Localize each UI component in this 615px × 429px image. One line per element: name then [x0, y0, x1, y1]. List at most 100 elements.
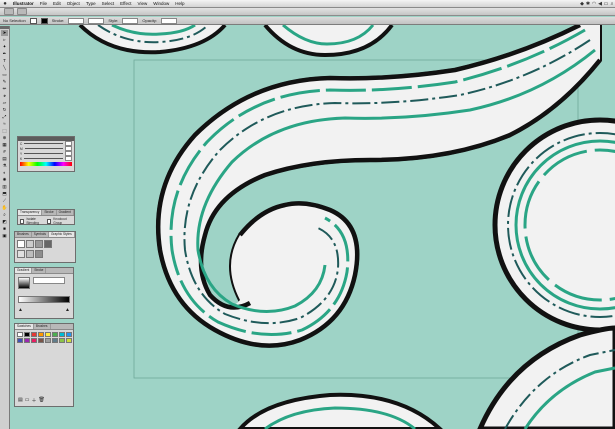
new-color-group-icon[interactable]: ▭ — [25, 397, 30, 404]
black-value[interactable] — [65, 156, 72, 161]
graphic-style-7[interactable] — [35, 250, 43, 258]
magic-wand-tool-icon[interactable]: ✦ — [1, 44, 8, 50]
menu-object[interactable]: Object — [64, 0, 83, 7]
gradient-tool-icon[interactable]: ▤ — [1, 156, 8, 162]
swatch-9[interactable] — [17, 338, 23, 343]
zoom-tool-icon[interactable]: ⌕ — [1, 212, 8, 218]
tab-stroke[interactable]: Stroke — [42, 210, 57, 215]
perspective-grid-tool-icon[interactable]: ▦ — [1, 142, 8, 148]
graphic-style-3[interactable] — [35, 240, 43, 248]
column-graph-tool-icon[interactable]: ▥ — [1, 184, 8, 190]
menu-view[interactable]: View — [135, 0, 151, 7]
hand-tool-icon[interactable]: ✋ — [1, 205, 8, 211]
tab-brushes[interactable]: Brushes — [15, 232, 32, 237]
gradient-type-dropdown[interactable] — [33, 277, 65, 284]
tab-gradient-panel[interactable]: Gradient — [15, 268, 33, 273]
gradient-preview-swatch[interactable] — [18, 277, 30, 289]
selection-tool-icon[interactable]: ➤ — [1, 30, 8, 36]
swatch-1[interactable] — [17, 332, 23, 337]
tab-gradient[interactable]: Gradient — [57, 210, 74, 215]
swatch-6[interactable] — [52, 332, 58, 337]
stroke-swatch[interactable] — [40, 17, 48, 24]
isolate-blending-checkbox[interactable] — [20, 218, 25, 224]
fill-swatch[interactable] — [29, 17, 37, 24]
gradient-slider-bar[interactable] — [18, 296, 70, 303]
graphic-style-6[interactable] — [26, 250, 34, 258]
symbol-sprayer-tool-icon[interactable]: ✺ — [1, 177, 8, 183]
fill-stroke-icon[interactable]: ◩ — [1, 219, 8, 225]
arrange-documents-button[interactable] — [17, 8, 27, 15]
blob-brush-tool-icon[interactable]: ◕ — [1, 93, 8, 99]
gradient-stop-right-icon[interactable]: ▲ — [65, 307, 70, 313]
swatch-4[interactable] — [38, 332, 44, 337]
swatch-7[interactable] — [59, 332, 65, 337]
menu-type[interactable]: Type — [83, 0, 99, 7]
pencil-tool-icon[interactable]: ✏ — [1, 86, 8, 92]
graphic-style-4[interactable] — [44, 240, 52, 248]
apple-menu-icon[interactable]: ● — [0, 1, 10, 7]
yellow-slider[interactable] — [24, 153, 63, 154]
swatch-13[interactable] — [45, 338, 51, 343]
type-tool-icon[interactable]: T — [1, 58, 8, 64]
swatch-16[interactable] — [66, 338, 72, 343]
menu-window[interactable]: Window — [150, 0, 172, 7]
swatch-15[interactable] — [59, 338, 65, 343]
graphic-style-1[interactable] — [17, 240, 25, 248]
scale-tool-icon[interactable]: ⤢ — [1, 114, 8, 120]
tab-brushes-swatches[interactable]: Brushes — [34, 324, 51, 329]
swatch-12[interactable] — [38, 338, 44, 343]
free-transform-tool-icon[interactable]: ⬚ — [1, 128, 8, 134]
app-menu[interactable]: Illustrator — [10, 0, 37, 7]
line-tool-icon[interactable]: ╲ — [1, 65, 8, 71]
menu-effect[interactable]: Effect — [117, 0, 134, 7]
swatch-10[interactable] — [24, 338, 30, 343]
spotlight-search-icon[interactable]: ⌕ — [609, 1, 615, 7]
rectangle-tool-icon[interactable]: ▭ — [1, 72, 8, 78]
eraser-tool-icon[interactable]: ▱ — [1, 100, 8, 106]
paintbrush-tool-icon[interactable]: ✎ — [1, 79, 8, 85]
tab-transparency[interactable]: Transparency — [18, 210, 43, 215]
opacity-field[interactable] — [161, 17, 178, 24]
swatch-8[interactable] — [66, 332, 72, 337]
artboard-tool-icon[interactable]: ⬒ — [1, 191, 8, 197]
tools-panel-grip[interactable] — [0, 26, 9, 29]
swatch-3[interactable] — [31, 332, 37, 337]
swatch-14[interactable] — [52, 338, 58, 343]
direct-selection-tool-icon[interactable]: ▹ — [1, 37, 8, 43]
graphic-style-2[interactable] — [26, 240, 34, 248]
color-mode-icon[interactable]: ■ — [1, 226, 8, 232]
graphic-style-5[interactable] — [17, 250, 25, 258]
delete-swatch-icon[interactable]: 🗑 — [38, 397, 44, 404]
menu-select[interactable]: Select — [99, 0, 118, 7]
swatch-libraries-icon[interactable]: ▤ — [18, 397, 23, 404]
stroke-weight-field[interactable] — [68, 17, 85, 24]
tab-stroke-panel[interactable]: Stroke — [32, 268, 47, 273]
menu-edit[interactable]: Edit — [50, 0, 64, 7]
brush-field[interactable] — [88, 17, 105, 24]
new-swatch-icon[interactable]: ＋ — [31, 397, 36, 404]
gradient-stop-left-icon[interactable]: ▲ — [18, 307, 23, 313]
blend-tool-icon[interactable]: ◐ — [1, 170, 8, 176]
swatch-11[interactable] — [31, 338, 37, 343]
knockout-group-checkbox[interactable] — [46, 218, 52, 224]
pen-tool-icon[interactable]: ✒ — [1, 51, 8, 57]
warp-tool-icon[interactable]: ≈ — [1, 121, 8, 127]
tab-swatches[interactable]: Swatches — [15, 324, 34, 329]
slice-tool-icon[interactable]: ⟋ — [1, 198, 8, 204]
shape-builder-tool-icon[interactable]: ⊕ — [1, 135, 8, 141]
black-slider[interactable] — [24, 158, 63, 159]
tab-graphic-styles[interactable]: Graphic Styles — [48, 232, 75, 237]
menu-help[interactable]: Help — [172, 0, 187, 7]
style-field[interactable] — [122, 17, 139, 24]
artboard-canvas[interactable] — [0, 0, 615, 429]
rotate-tool-icon[interactable]: ↻ — [1, 107, 8, 113]
magenta-slider[interactable] — [24, 148, 63, 149]
swatch-5[interactable] — [45, 332, 51, 337]
tab-symbols[interactable]: Symbols — [32, 232, 49, 237]
eyedropper-tool-icon[interactable]: ⚗ — [1, 163, 8, 169]
menu-file[interactable]: File — [37, 0, 50, 7]
bridge-button[interactable] — [4, 8, 14, 15]
mesh-tool-icon[interactable]: # — [1, 149, 8, 155]
cyan-slider[interactable] — [24, 143, 63, 144]
screen-mode-icon[interactable]: ▣ — [1, 233, 8, 239]
